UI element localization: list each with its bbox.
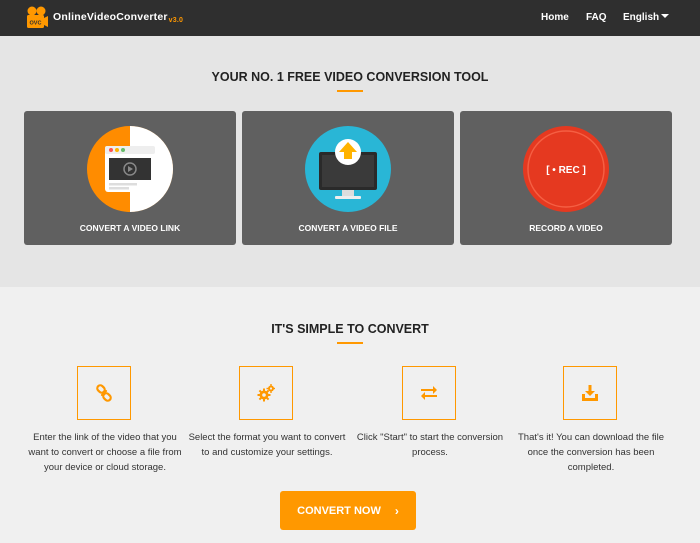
- logo-text: OVC: [30, 21, 42, 27]
- language-label: English: [623, 12, 660, 23]
- steps-title: IT'S SIMPLE TO CONVERT: [271, 322, 429, 336]
- link-icon: [96, 384, 112, 402]
- step-box-start: [402, 366, 456, 420]
- convert-video-link-card[interactable]: CONVERT A VIDEO LINK: [24, 111, 236, 245]
- record-icon: [ • REC ]: [523, 126, 609, 212]
- top-navbar: OVC OnlineVideoConverterv3.0 Home FAQ En…: [0, 0, 700, 36]
- version-label: v3.0: [168, 17, 184, 24]
- gears-icon: [257, 384, 275, 402]
- hero-title: YOUR NO. 1 FREE VIDEO CONVERSION TOOL: [211, 70, 489, 84]
- step-box-settings: [239, 366, 293, 420]
- convert-video-file-card[interactable]: CONVERT A VIDEO FILE: [242, 111, 454, 245]
- step-box-download: [563, 366, 617, 420]
- chevron-right-icon: ›: [394, 503, 399, 518]
- title-underline: [337, 90, 363, 92]
- nav-home-link[interactable]: Home: [541, 12, 569, 23]
- step-box-link: [77, 366, 131, 420]
- rec-badge: [ • REC ]: [546, 165, 586, 176]
- record-video-card[interactable]: [ • REC ] RECORD A VIDEO: [460, 111, 672, 245]
- swap-arrows-icon: [421, 386, 437, 400]
- convert-now-button[interactable]: CONVERT NOW ›: [280, 491, 416, 530]
- title-underline: [337, 342, 363, 344]
- step-description-3: Click "Start" to start the conversion pr…: [356, 432, 504, 458]
- card-label: CONVERT A VIDEO FILE: [298, 223, 398, 233]
- brand-text: OnlineVideoConverter: [53, 11, 168, 23]
- download-icon: [582, 385, 598, 401]
- hero-section: YOUR NO. 1 FREE VIDEO CONVERSION TOOL CO…: [0, 36, 700, 287]
- step-description-1: Enter the link of the video that you wan…: [28, 432, 182, 473]
- language-dropdown[interactable]: English: [623, 12, 670, 23]
- step-description-4: That's it! You can download the file onc…: [518, 432, 664, 473]
- card-label: RECORD A VIDEO: [529, 223, 603, 233]
- nav-faq-link[interactable]: FAQ: [586, 12, 607, 23]
- caret-down-icon: [661, 14, 670, 18]
- card-label: CONVERT A VIDEO LINK: [79, 223, 181, 233]
- convert-now-label: CONVERT NOW: [297, 504, 381, 517]
- logo-camera-icon[interactable]: OVC: [26, 5, 48, 31]
- brand-name[interactable]: OnlineVideoConverterv3.0: [53, 11, 183, 24]
- step-description-2: Select the format you want to convert to…: [188, 432, 346, 458]
- video-link-icon: [87, 126, 173, 212]
- upload-monitor-icon: [305, 126, 391, 212]
